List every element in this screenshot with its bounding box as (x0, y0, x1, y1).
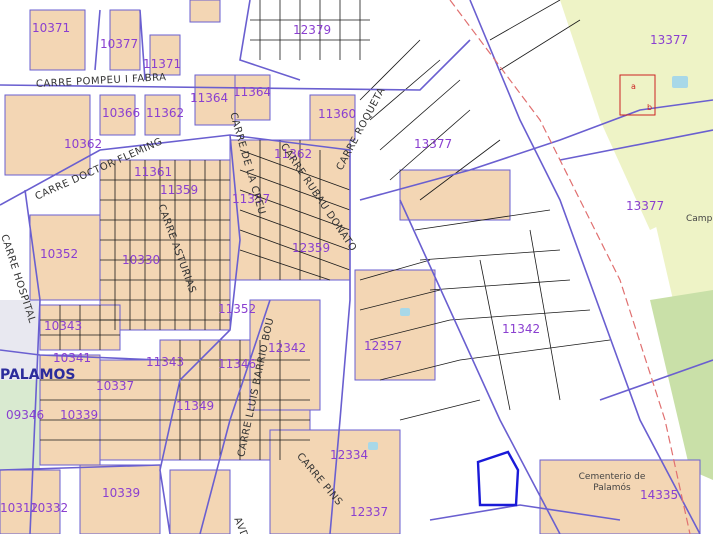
parcel-label[interactable]: 12379 (293, 24, 331, 36)
parcel-label[interactable]: 12342 (268, 342, 306, 354)
parcel-label[interactable]: 11364 (233, 86, 271, 98)
poi-label[interactable]: Cementerio de Palamós (576, 472, 648, 494)
parcel-label[interactable]: 10366 (102, 107, 140, 119)
parcel-label[interactable]: 11349 (176, 400, 214, 412)
pool (672, 76, 688, 88)
poi-label[interactable]: Camp (686, 214, 712, 225)
parcel-label[interactable]: 09346 (6, 409, 44, 421)
parcel-label[interactable]: 10312 (0, 502, 38, 514)
building-block (99, 359, 161, 461)
parcel-label[interactable]: 10371 (32, 22, 70, 34)
parcel-label[interactable]: 10339 (60, 409, 98, 421)
parcel-label[interactable]: 11362 (146, 107, 184, 119)
building-block (189, 0, 221, 23)
parcel-label[interactable]: 11359 (160, 184, 198, 196)
parcel-label[interactable]: 11371 (143, 58, 181, 70)
pool (400, 308, 410, 316)
parcel-label[interactable]: 10341 (53, 352, 91, 364)
parcel-label[interactable]: 11360 (318, 108, 356, 120)
parcel-label[interactable]: 10377 (100, 38, 138, 50)
parcel-label[interactable]: 10362 (64, 138, 102, 150)
parcel-label[interactable]: 10352 (40, 248, 78, 260)
parcel-label[interactable]: 11361 (134, 166, 172, 178)
parcel-label[interactable]: 11346 (218, 358, 256, 370)
plot-letter: b (647, 103, 653, 112)
parcel-label[interactable]: 10337 (96, 380, 134, 392)
pool (368, 442, 378, 450)
parcel-label[interactable]: 12334 (330, 449, 368, 461)
parcel-label[interactable]: 10339 (102, 487, 140, 499)
cadastral-map[interactable]: 10371 10377 11371 12379 13377 11364 1136… (0, 0, 713, 534)
parcel-label[interactable]: 12359 (292, 242, 330, 254)
building-block (354, 269, 436, 381)
parcel-label[interactable]: 11342 (502, 323, 540, 335)
parcel-label[interactable]: 10330 (122, 254, 160, 266)
parcel-label[interactable]: 11343 (146, 356, 184, 368)
parcel-label[interactable]: 11364 (190, 92, 228, 104)
plot-letter: a (631, 82, 636, 91)
parcel-label[interactable]: 11352 (218, 303, 256, 315)
parcel-label[interactable]: 13377 (414, 138, 452, 150)
building-block (169, 469, 231, 534)
parcel-label[interactable]: 12357 (364, 340, 402, 352)
building-block (29, 9, 86, 71)
building-block (399, 169, 511, 221)
parcel-label[interactable]: 13377 (626, 200, 664, 212)
parcel-label[interactable]: 13377 (650, 34, 688, 46)
parcel-label[interactable]: 10343 (44, 320, 82, 332)
town-label: PALAMOS (0, 367, 76, 383)
parcel-label[interactable]: 12337 (350, 506, 388, 518)
